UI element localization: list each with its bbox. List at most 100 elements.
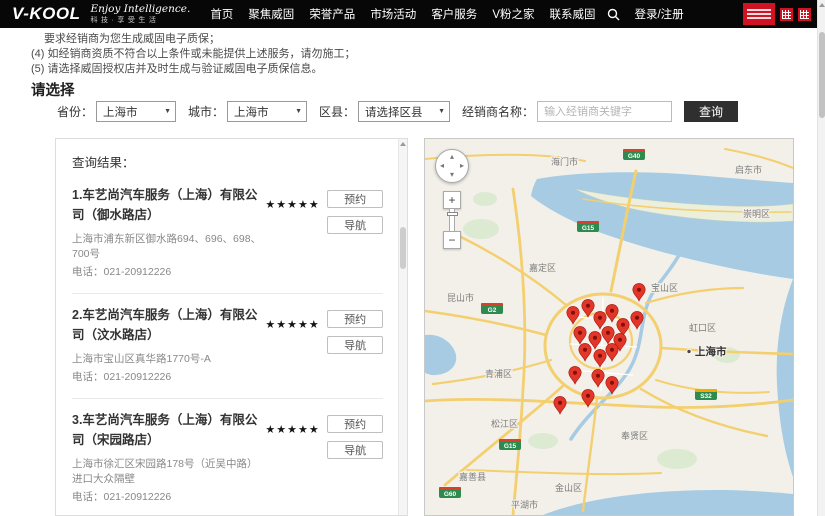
- search-icon[interactable]: [607, 8, 620, 21]
- dealer-info: 3.车艺尚汽车服务（上海）有限公司（宋园路店） 上海市徐汇区宋园路178号（近吴…: [72, 410, 265, 505]
- map-label: 宝山区: [651, 282, 678, 293]
- dealer-name-label: 经销商名称：: [462, 103, 534, 120]
- map-label: 青浦区: [485, 368, 512, 379]
- book-button[interactable]: 预约: [327, 310, 383, 328]
- dealer-address: 上海市浦东新区御水路694、696、698、700号: [72, 232, 265, 262]
- pan-right-icon[interactable]: ▸: [460, 162, 464, 170]
- nav-link[interactable]: 首页: [210, 6, 233, 22]
- nav-link[interactable]: 客户服务: [431, 6, 477, 22]
- nav-link[interactable]: 市场活动: [370, 6, 416, 22]
- map-label: 上海市: [695, 345, 727, 358]
- province-label: 省份：: [57, 103, 93, 120]
- dealer-info: 1.车艺尚汽车服务（上海）有限公司（御水路店） 上海市浦东新区御水路694、69…: [72, 185, 265, 280]
- nav-link[interactable]: 荣誉产品: [309, 6, 355, 22]
- chevron-down-icon: ▼: [438, 108, 445, 115]
- nav-links: 首页聚焦威固荣誉产品市场活动客户服务 V粉之家联系威固: [210, 6, 595, 22]
- city-select[interactable]: 上海市 ▼: [227, 101, 307, 122]
- results-scrollbar[interactable]: [398, 139, 407, 515]
- map-label: 嘉定区: [529, 262, 556, 273]
- map-zoom-control: + −: [443, 191, 461, 249]
- nav-link[interactable]: 联系威固: [549, 6, 595, 22]
- zoom-slider-thumb[interactable]: [447, 212, 458, 216]
- terms-line: 要求经销商为您生成威固电子质保；: [31, 32, 356, 47]
- dealer-actions: 预约 导航: [327, 185, 383, 280]
- svg-text:S32: S32: [700, 393, 712, 400]
- filter-bar: 省份： 上海市 ▼ 城市： 上海市 ▼ 区县： 请选择区县 ▼ 经销商名称： 查…: [57, 101, 738, 122]
- svg-text:G15: G15: [504, 443, 517, 450]
- road-shield: S32: [695, 389, 717, 400]
- search-button[interactable]: 查询: [684, 101, 738, 122]
- map-label: 平湖市: [511, 499, 538, 510]
- scroll-up-icon[interactable]: [400, 142, 406, 146]
- svg-text:G60: G60: [444, 491, 457, 498]
- page-scrollbar[interactable]: [817, 0, 825, 516]
- road-shield: G15: [499, 439, 521, 450]
- map-label: 启东市: [735, 164, 762, 175]
- dealer-name: 3.车艺尚汽车服务（上海）有限公司（宋园路店）: [72, 410, 265, 450]
- nav-link[interactable]: V粉之家: [492, 6, 534, 22]
- tagline-english: Enjoy Intelligence.: [90, 4, 190, 15]
- promo-badge[interactable]: [743, 3, 775, 25]
- chevron-down-icon: ▼: [164, 108, 171, 115]
- map-pan-control[interactable]: ▴ ▾ ◂ ▸: [435, 149, 469, 183]
- map-label: 虹口区: [689, 323, 716, 333]
- road-shield: G15: [577, 221, 599, 232]
- vkool-logo[interactable]: V-KOOL: [12, 4, 80, 24]
- login-register-link[interactable]: 登录/注册: [634, 6, 683, 22]
- map-label: 奉贤区: [621, 430, 648, 441]
- star-rating: ★★★★★: [265, 185, 327, 280]
- terms-text: 要求经销商为您生成威固电子质保；(4) 如经销商资质不符合以上条件或未能提供上述…: [31, 32, 356, 77]
- qr-code-icon-1[interactable]: [780, 8, 793, 21]
- district-label: 区县：: [319, 103, 355, 120]
- dealer-phone: 电话：021-20912226: [72, 370, 265, 385]
- city-dot: [687, 349, 691, 353]
- nav-link[interactable]: 聚焦威固: [248, 6, 294, 22]
- province-value: 上海市: [103, 104, 138, 120]
- dealer-address: 上海市徐汇区宋园路178号（近吴中路）进口大众隔壁: [72, 457, 265, 487]
- top-nav-bar: V-KOOL Enjoy Intelligence. 科技·享受生活 首页聚焦威…: [0, 0, 817, 28]
- city-label: 城市：: [188, 103, 224, 120]
- dealer-result-item[interactable]: 1.车艺尚汽车服务（上海）有限公司（御水路店） 上海市浦东新区御水路694、69…: [72, 174, 383, 294]
- map-label: 嘉善县: [459, 471, 486, 482]
- map-label: 昆山市: [447, 292, 474, 303]
- results-panel: 查询结果： 1.车艺尚汽车服务（上海）有限公司（御水路店） 上海市浦东新区御水路…: [55, 138, 408, 516]
- results-title: 查询结果：: [72, 152, 383, 171]
- qr-code-icon-2[interactable]: [798, 8, 811, 21]
- pan-up-icon[interactable]: ▴: [450, 153, 454, 161]
- zoom-out-button[interactable]: −: [443, 231, 461, 249]
- dealer-result-item[interactable]: 2.车艺尚汽车服务（上海）有限公司（汶水路店） 上海市宝山区真华路1770号-A…: [72, 294, 383, 399]
- nav-badges: [743, 3, 811, 25]
- navigate-button[interactable]: 导航: [327, 336, 383, 354]
- pan-left-icon[interactable]: ◂: [440, 162, 444, 170]
- scroll-up-icon[interactable]: [819, 3, 825, 7]
- svg-text:G2: G2: [488, 307, 497, 314]
- dealer-actions: 预约 导航: [327, 410, 383, 505]
- city-value: 上海市: [234, 104, 269, 120]
- dealer-phone: 电话：021-20912226: [72, 265, 265, 280]
- zoom-in-button[interactable]: +: [443, 191, 461, 209]
- dealer-result-item[interactable]: 3.车艺尚汽车服务（上海）有限公司（宋园路店） 上海市徐汇区宋园路178号（近吴…: [72, 399, 383, 516]
- map-label: 金山区: [555, 482, 582, 493]
- road-shield: G40: [623, 149, 645, 160]
- chevron-down-icon: ▼: [295, 108, 302, 115]
- svg-text:G40: G40: [628, 153, 641, 160]
- map-label: 崇明区: [743, 209, 770, 219]
- map-panel[interactable]: G40G15G2S32G60G15海门市启东市崇明区宝山区嘉定区昆山市虹口区上海…: [424, 138, 794, 516]
- zoom-slider[interactable]: [449, 209, 455, 231]
- shanghai-map[interactable]: G40G15G2S32G60G15海门市启东市崇明区宝山区嘉定区昆山市虹口区上海…: [425, 139, 793, 515]
- book-button[interactable]: 预约: [327, 415, 383, 433]
- road-shield: G2: [481, 303, 503, 314]
- district-select[interactable]: 请选择区县 ▼: [358, 101, 450, 122]
- dealer-name: 2.车艺尚汽车服务（上海）有限公司（汶水路店）: [72, 305, 265, 345]
- province-select[interactable]: 上海市 ▼: [96, 101, 176, 122]
- results-scrollbar-thumb[interactable]: [400, 227, 406, 269]
- dealer-actions: 预约 导航: [327, 305, 383, 385]
- pan-down-icon[interactable]: ▾: [450, 171, 454, 179]
- road-shield: G60: [439, 487, 461, 498]
- page-scrollbar-thumb[interactable]: [819, 32, 825, 118]
- dealer-name-input[interactable]: [537, 101, 672, 122]
- book-button[interactable]: 预约: [327, 190, 383, 208]
- tagline-chinese: 科技·享受生活: [90, 17, 190, 24]
- navigate-button[interactable]: 导航: [327, 216, 383, 234]
- navigate-button[interactable]: 导航: [327, 441, 383, 459]
